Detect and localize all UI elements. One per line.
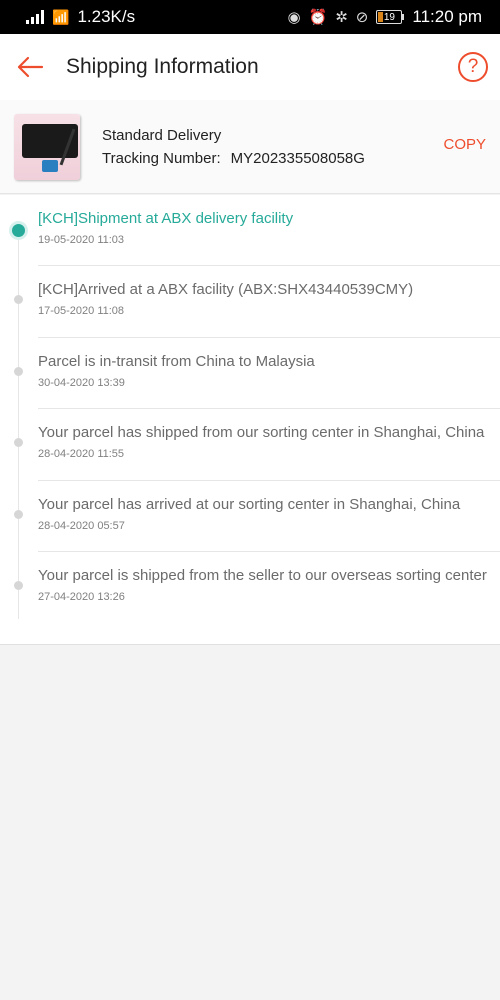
timeline-event: Your parcel is shipped from the seller t… (0, 552, 500, 645)
alarm-icon: ⏰ (308, 9, 328, 26)
timeline-event: Your parcel has shipped from our sorting… (0, 409, 500, 481)
signal-icon (26, 10, 44, 24)
event-time: 19-05-2020 11:03 (38, 234, 125, 246)
tracking-timeline: [KCH]Shipment at ABX delivery facility 1… (0, 195, 500, 645)
event-time: 28-04-2020 11:55 (38, 448, 125, 460)
event-description: Your parcel has arrived at our sorting c… (38, 496, 461, 513)
delivery-type: Standard Delivery (102, 126, 222, 144)
eye-icon: ◉ (287, 9, 301, 26)
timeline-event: [KCH]Shipment at ABX delivery facility 1… (0, 195, 500, 266)
status-bar: 📶 1.23K/s ◉ ⏰ ✲ ⊘ 19 11:20 pm (0, 0, 500, 34)
event-description: Your parcel is shipped from the seller t… (38, 567, 487, 584)
timeline-dot (14, 581, 23, 590)
tracking-label: Tracking Number: (102, 149, 221, 167)
event-time: 27-04-2020 13:26 (38, 591, 125, 603)
event-description: [KCH]Arrived at a ABX facility (ABX:SHX4… (38, 281, 414, 298)
timeline-event: Parcel is in-transit from China to Malay… (0, 338, 500, 409)
page-title: Shipping Information (66, 55, 259, 78)
tracking-number: MY202335508058G (230, 149, 365, 167)
help-icon: ? (467, 56, 479, 77)
timeline-dot (14, 295, 23, 304)
mute-icon: ⊘ (355, 9, 369, 26)
timeline-event: Your parcel has arrived at our sorting c… (0, 481, 500, 552)
wifi-icon: 📶 (52, 8, 70, 25)
app-header: Shipping Information ? (0, 34, 500, 100)
event-time: 28-04-2020 05:57 (38, 520, 125, 532)
event-description: [KCH]Shipment at ABX delivery facility (38, 210, 294, 227)
event-time: 17-05-2020 11:08 (38, 305, 125, 317)
event-description: Parcel is in-transit from China to Malay… (38, 353, 315, 370)
timeline-dot (14, 367, 23, 376)
copy-button[interactable]: COPY (443, 136, 486, 153)
shipment-summary: Standard Delivery Tracking Number: MY202… (0, 100, 500, 194)
product-thumbnail (12, 112, 86, 182)
clock: 11:20 pm (412, 7, 482, 26)
battery-icon: 19 (376, 10, 405, 24)
network-speed: 1.23K/s (77, 7, 136, 26)
timeline-dot (14, 510, 23, 519)
help-button[interactable]: ? (458, 52, 488, 82)
event-description: Your parcel has shipped from our sorting… (38, 424, 485, 441)
back-button[interactable] (2, 34, 58, 100)
bluetooth-icon: ✲ (335, 9, 348, 26)
battery-level: 19 (383, 11, 395, 23)
timeline-dot (12, 224, 25, 237)
event-time: 30-04-2020 13:39 (38, 377, 125, 389)
back-arrow-icon (17, 56, 44, 78)
timeline-dot (14, 438, 23, 447)
timeline-event: [KCH]Arrived at a ABX facility (ABX:SHX4… (0, 266, 500, 338)
